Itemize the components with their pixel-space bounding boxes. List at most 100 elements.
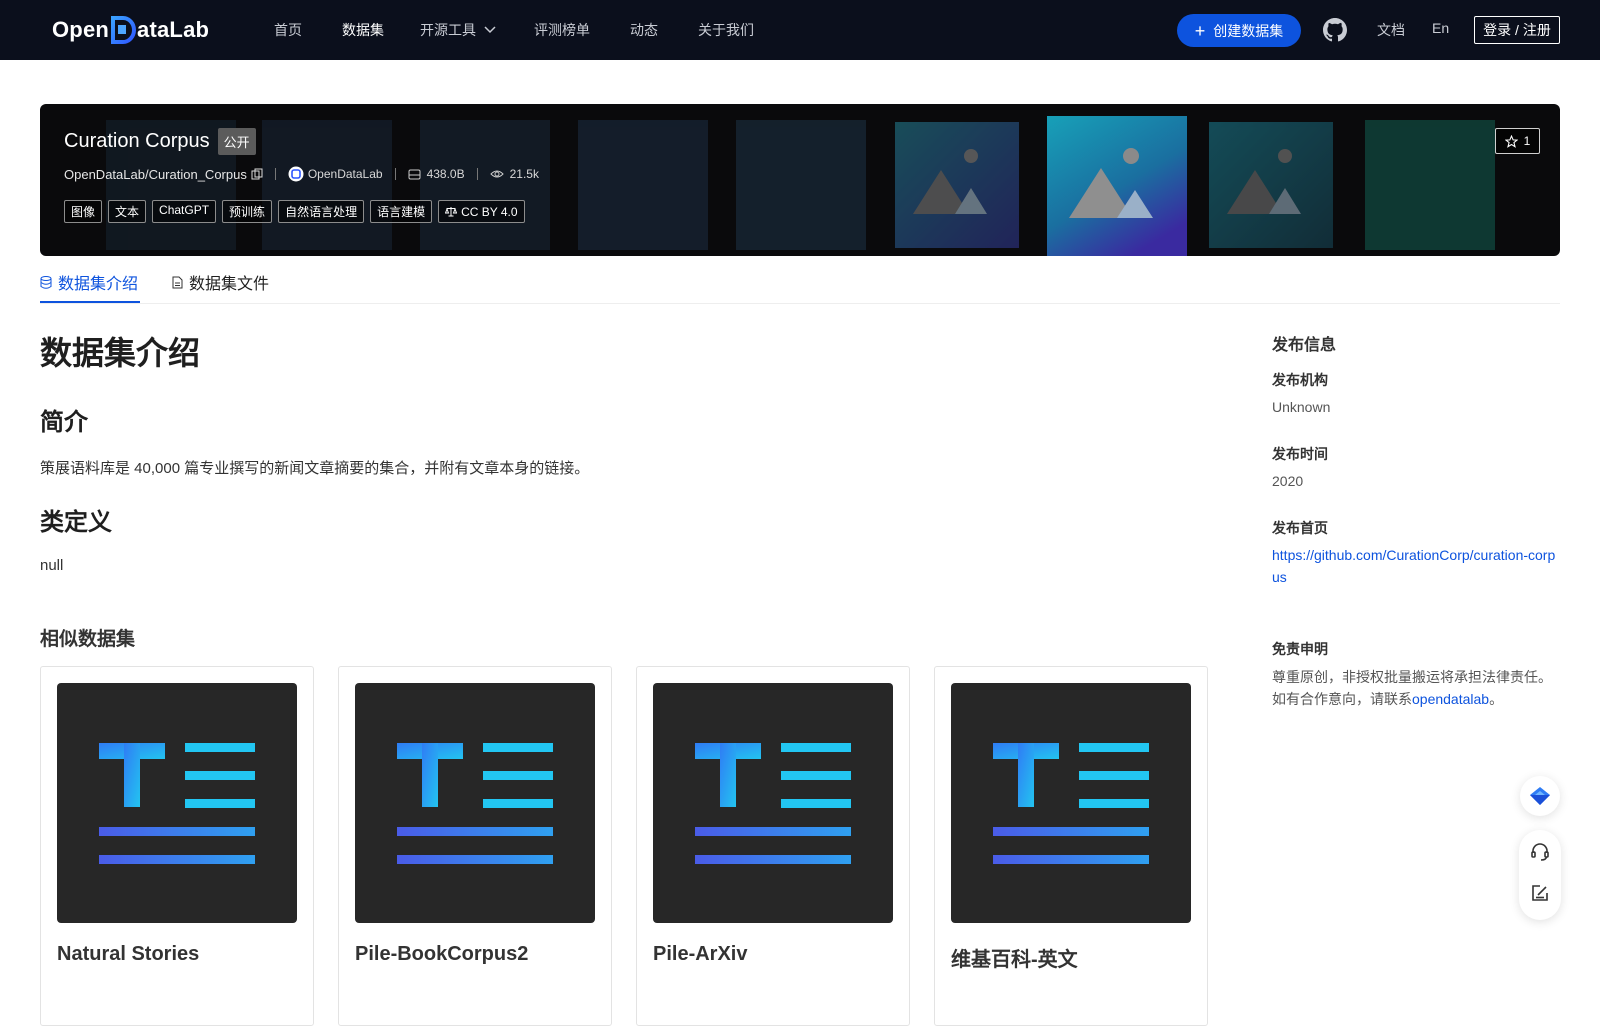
nav-open-tools[interactable]: 开源工具 — [420, 20, 496, 40]
text-doc-icon — [993, 743, 1149, 864]
text-dataset-thumbnail — [355, 683, 595, 923]
disclaimer-line-2: 如有合作意向，请联系opendatalab。 — [1272, 688, 1562, 710]
similar-dataset-card[interactable]: Natural Stories — [40, 666, 314, 1026]
dataset-meta-row: OpenDataLab/Curation_Corpus OpenDataLab … — [64, 166, 539, 182]
star-icon — [1504, 134, 1518, 148]
logo-text-right: ataLab — [137, 17, 210, 42]
visibility-badge: 公开 — [217, 128, 256, 155]
disclaimer-label: 免责申明 — [1272, 641, 1328, 657]
tag-item[interactable]: ChatGPT — [152, 200, 217, 223]
release-info-panel: 发布信息 — [1272, 331, 1562, 355]
nav-docs[interactable]: 文档 — [1377, 20, 1405, 40]
nav-language[interactable]: En — [1432, 20, 1449, 36]
text-doc-icon — [99, 743, 255, 864]
similar-dataset-title: Natural Stories — [57, 943, 200, 965]
text-dataset-thumbnail — [951, 683, 1191, 923]
disclaimer-suffix: 。 — [1489, 691, 1504, 707]
database-icon — [40, 275, 52, 289]
scale-icon — [445, 207, 458, 217]
class-def-heading: 类定义 — [40, 509, 112, 536]
nav-about[interactable]: 关于我们 — [698, 20, 754, 40]
dataset-tabs: 数据集介绍 数据集文件 — [40, 256, 1560, 304]
divider — [274, 168, 276, 180]
page-title: 数据集介绍 — [40, 335, 201, 371]
license-label: CC BY 4.0 — [461, 204, 518, 219]
similar-dataset-title: Pile-BookCorpus2 — [355, 943, 529, 965]
dataset-banner: Curation Corpus 公开 OpenDataLab/Curation_… — [40, 104, 1560, 256]
publish-time-value: 2020 — [1272, 473, 1304, 489]
publisher-org-value: Unknown — [1272, 399, 1331, 415]
nav-open-tools-label: 开源工具 — [420, 22, 476, 38]
nav-news[interactable]: 动态 — [630, 20, 658, 40]
eye-icon — [489, 170, 504, 178]
login-register-button[interactable]: 登录 / 注册 — [1474, 16, 1560, 44]
view-count: 21.5k — [509, 167, 539, 181]
intro-text: 策展语料库是 40,000 篇专业撰写的新闻文章摘要的集合，并附有文章本身的链接… — [40, 460, 590, 477]
release-info-heading: 发布信息 — [1272, 337, 1337, 354]
license-tag[interactable]: CC BY 4.0 — [438, 200, 525, 223]
headset-icon[interactable] — [1530, 842, 1550, 862]
tab-dataset-intro-label: 数据集介绍 — [58, 276, 139, 293]
disclaimer-prefix: 如有合作意向，请联系 — [1272, 691, 1412, 707]
banner-image-8 — [1209, 122, 1333, 248]
tag-item[interactable]: 语言建模 — [370, 200, 433, 223]
banner-image-9 — [1365, 120, 1495, 250]
banner-image-6 — [895, 122, 1019, 248]
similar-dataset-title: 维基百科-英文 — [951, 949, 1078, 971]
text-dataset-thumbnail — [57, 683, 297, 923]
tag-item[interactable]: 自然语言处理 — [278, 200, 365, 223]
divider — [476, 168, 478, 180]
dataset-name: Curation Corpus — [64, 130, 210, 152]
banner-image-4 — [578, 120, 708, 250]
create-dataset-label: 创建数据集 — [1213, 22, 1284, 39]
similar-datasets-heading: 相似数据集 — [40, 629, 136, 650]
text-doc-icon — [397, 743, 553, 864]
tab-dataset-intro[interactable]: 数据集介绍 — [40, 270, 138, 294]
intro-heading: 简介 — [40, 409, 88, 436]
contact-link[interactable]: opendatalab — [1412, 691, 1489, 707]
dataset-size: 438.0B — [426, 167, 465, 181]
disclaimer-line-1: 尊重原创，非授权批量搬运将承担法律责任。 — [1272, 669, 1552, 685]
nav-home[interactable]: 首页 — [274, 20, 302, 40]
tag-item[interactable]: 预训练 — [222, 200, 273, 223]
edit-icon[interactable] — [1530, 883, 1550, 903]
similar-dataset-card[interactable]: 维基百科-英文 — [934, 666, 1208, 1026]
tag-item[interactable]: 图像 — [64, 200, 103, 223]
disclaimer-text: 尊重原创，非授权批量搬运将承担法律责任。 如有合作意向，请联系opendatal… — [1272, 666, 1562, 710]
similar-dataset-card[interactable]: Pile-ArXiv — [636, 666, 910, 1026]
tag-list: 图像 文本 ChatGPT 预训练 自然语言处理 语言建模 CC BY 4.0 — [64, 200, 525, 223]
publish-time-label: 发布时间 — [1272, 446, 1328, 462]
logo[interactable]: Open ataLab — [52, 14, 209, 46]
github-icon[interactable] — [1323, 18, 1347, 42]
copy-icon[interactable] — [251, 168, 263, 180]
dataset-path: OpenDataLab/Curation_Corpus — [64, 166, 247, 182]
publisher-org-label: 发布机构 — [1272, 372, 1328, 388]
similar-dataset-card[interactable]: Pile-BookCorpus2 — [338, 666, 612, 1026]
create-dataset-button[interactable]: + 创建数据集 — [1177, 14, 1301, 47]
text-doc-icon — [695, 743, 851, 864]
logo-d-icon — [110, 16, 137, 44]
file-icon — [172, 276, 183, 288]
plus-icon: + — [1194, 20, 1206, 41]
nav-leaderboard[interactable]: 评测榜单 — [534, 20, 590, 40]
nav-datasets[interactable]: 数据集 — [342, 20, 384, 40]
text-dataset-thumbnail — [653, 683, 893, 923]
feedback-icon[interactable] — [1520, 776, 1560, 816]
active-tab-indicator — [40, 301, 140, 303]
publisher-name[interactable]: OpenDataLab — [308, 167, 383, 181]
homepage-link[interactable]: https://github.com/CurationCorp/curation… — [1272, 544, 1562, 588]
dataset-title-row: Curation Corpus 公开 — [64, 128, 256, 155]
star-button[interactable]: 1 — [1495, 128, 1540, 154]
tab-dataset-files[interactable]: 数据集文件 — [172, 270, 269, 294]
homepage-label: 发布首页 — [1272, 520, 1328, 536]
banner-image-2 — [262, 120, 392, 250]
tag-item[interactable]: 文本 — [108, 200, 147, 223]
tab-dataset-files-label: 数据集文件 — [189, 276, 270, 293]
floating-toolbar — [1519, 830, 1561, 920]
divider — [394, 168, 396, 180]
logo-text-left: Open — [52, 17, 110, 42]
banner-image-3 — [420, 120, 550, 250]
chevron-down-icon — [484, 26, 496, 34]
storage-icon — [408, 169, 421, 179]
top-navbar: Open ataLab 首页 数据集 开源工具 评测榜单 动态 关于我们 + 创… — [0, 0, 1600, 60]
